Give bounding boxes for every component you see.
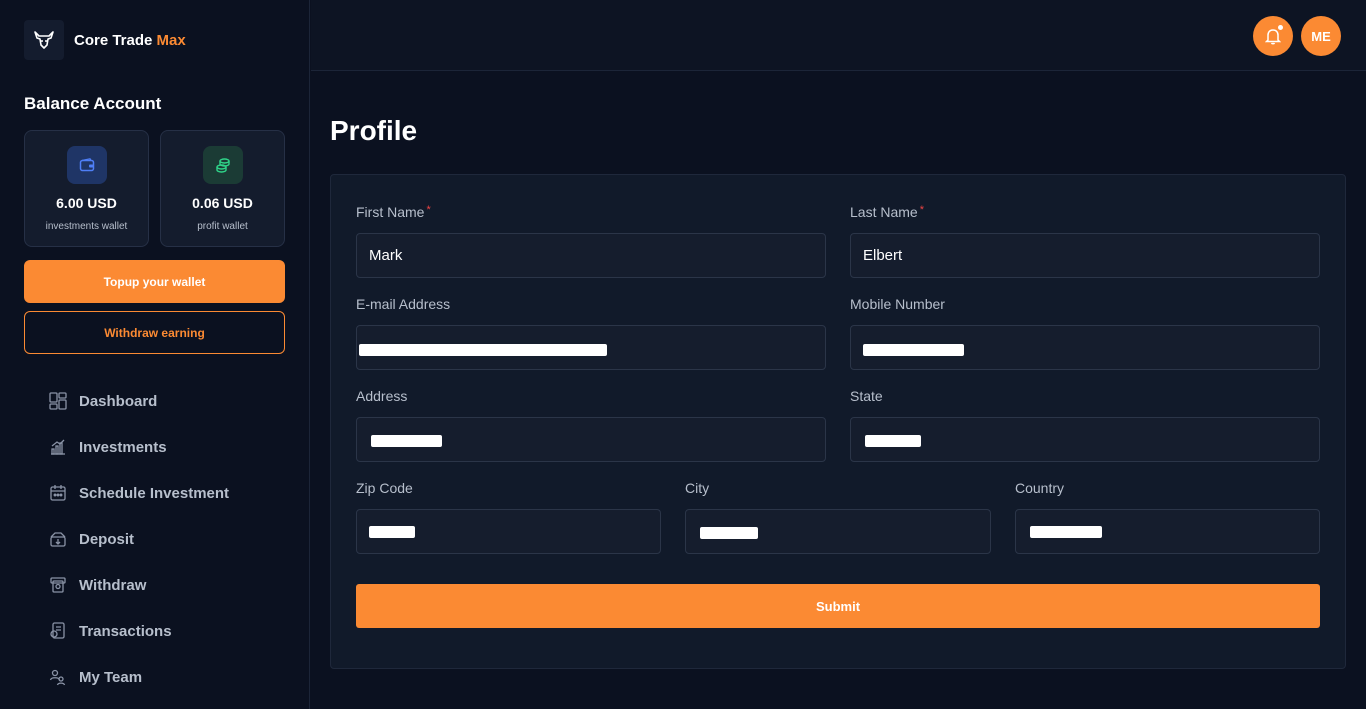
brand[interactable]: Core Trade Max bbox=[24, 20, 186, 60]
sidebar-item-label: My Team bbox=[79, 668, 143, 686]
investments-wallet-card: 6.00 USD investments wallet bbox=[24, 130, 149, 247]
address-label: Address bbox=[356, 388, 408, 404]
profit-wallet-amount: 0.06 USD bbox=[192, 195, 253, 211]
sidebar-item-label: Dashboard bbox=[79, 392, 158, 410]
sidebar-item-label: Withdraw bbox=[79, 576, 147, 594]
sidebar-item-label: Deposit bbox=[79, 530, 135, 548]
zip-code-label: Zip Code bbox=[356, 480, 413, 496]
last-name-label-text: Last Name bbox=[850, 204, 918, 220]
team-icon bbox=[48, 667, 68, 687]
first-name-label: First Name * bbox=[356, 204, 431, 220]
sidebar-item-schedule-investment[interactable]: Schedule Investment bbox=[48, 470, 298, 516]
state-label: State bbox=[850, 388, 883, 404]
brand-name: Core Trade Max bbox=[74, 32, 186, 49]
top-bar: ME bbox=[311, 0, 1366, 71]
first-name-field[interactable] bbox=[356, 233, 826, 278]
investments-wallet-label: investments wallet bbox=[45, 221, 128, 232]
sidebar-item-transactions[interactable]: Transactions bbox=[48, 608, 298, 654]
transactions-icon bbox=[48, 621, 68, 641]
country-label: Country bbox=[1015, 480, 1065, 496]
sidebar-item-my-team[interactable]: My Team bbox=[48, 654, 298, 700]
redacted-value bbox=[359, 344, 607, 356]
email-field[interactable] bbox=[356, 325, 826, 370]
notification-dot bbox=[1278, 25, 1283, 30]
required-marker: * bbox=[426, 204, 431, 216]
topup-wallet-button[interactable]: Topup your wallet bbox=[24, 260, 285, 303]
city-label: City bbox=[685, 480, 710, 496]
zip-code-field[interactable] bbox=[356, 509, 661, 554]
brand-name-accent: Max bbox=[156, 31, 186, 49]
sidebar-item-investments[interactable]: Investments bbox=[48, 424, 298, 470]
address-field[interactable] bbox=[356, 417, 826, 462]
redacted-value bbox=[1030, 526, 1102, 538]
mobile-number-field[interactable] bbox=[850, 325, 1320, 370]
state-field[interactable] bbox=[850, 417, 1320, 462]
sidebar-item-label: Transactions bbox=[79, 622, 172, 640]
chart-icon bbox=[48, 437, 68, 457]
profit-wallet-card: 0.06 USD profit wallet bbox=[160, 130, 285, 247]
sidebar-item-deposit[interactable]: Deposit bbox=[48, 516, 298, 562]
app-root: Core Trade Max Balance Account 6.00 USD … bbox=[0, 0, 1366, 709]
city-field[interactable] bbox=[685, 509, 991, 554]
last-name-field[interactable] bbox=[850, 233, 1320, 278]
wallet-icon bbox=[67, 146, 107, 184]
withdraw-earning-button[interactable]: Withdraw earning bbox=[24, 311, 285, 354]
mobile-number-label: Mobile Number bbox=[850, 296, 945, 312]
sidebar: Core Trade Max Balance Account 6.00 USD … bbox=[0, 0, 310, 709]
deposit-icon bbox=[48, 529, 68, 549]
coins-icon bbox=[203, 146, 243, 184]
last-name-label: Last Name * bbox=[850, 204, 924, 220]
redacted-value bbox=[369, 526, 415, 538]
sidebar-item-label: Schedule Investment bbox=[79, 484, 230, 502]
brand-name-main: Core Trade bbox=[74, 31, 153, 49]
sidebar-item-dashboard[interactable]: Dashboard bbox=[48, 378, 298, 424]
redacted-value bbox=[371, 435, 442, 447]
dashboard-icon bbox=[48, 391, 68, 411]
profit-wallet-label: profit wallet bbox=[197, 221, 248, 232]
balance-title: Balance Account bbox=[24, 94, 162, 113]
avatar[interactable]: ME bbox=[1301, 16, 1341, 56]
investments-wallet-amount: 6.00 USD bbox=[56, 195, 117, 211]
submit-button[interactable]: Submit bbox=[356, 584, 1320, 628]
profile-form: First Name* Last Name* E-mail Address Mo… bbox=[330, 174, 1346, 669]
bull-logo-icon bbox=[24, 20, 64, 60]
required-marker: * bbox=[919, 204, 924, 216]
sidebar-nav: Dashboard Investments Schedule Investmen… bbox=[48, 378, 298, 700]
sidebar-item-label: Investments bbox=[79, 438, 167, 456]
withdraw-icon bbox=[48, 575, 68, 595]
calendar-icon bbox=[48, 483, 68, 503]
page-title: Profile bbox=[330, 115, 418, 146]
redacted-value bbox=[863, 344, 964, 356]
notifications-button[interactable] bbox=[1253, 16, 1293, 56]
country-field[interactable] bbox=[1015, 509, 1320, 554]
redacted-value bbox=[865, 435, 921, 447]
first-name-label-text: First Name bbox=[356, 204, 425, 220]
email-label: E-mail Address bbox=[356, 296, 451, 312]
redacted-value bbox=[700, 527, 758, 539]
sidebar-item-withdraw[interactable]: Withdraw bbox=[48, 562, 298, 608]
